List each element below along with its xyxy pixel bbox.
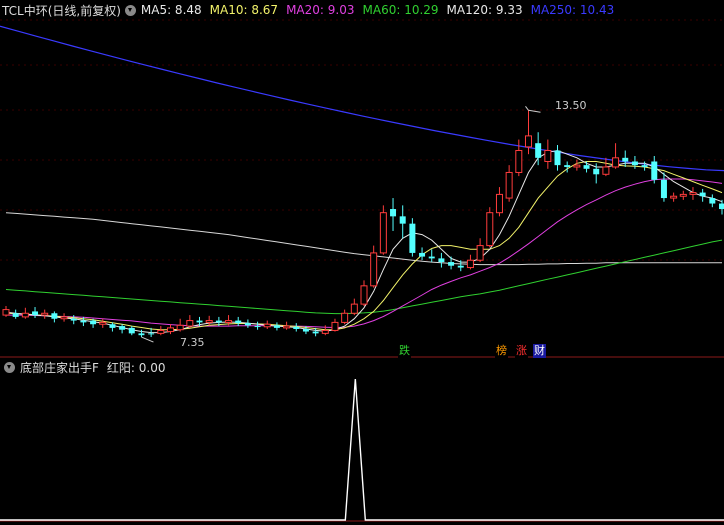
event-badge[interactable]: 榜: [495, 344, 508, 358]
candle-body: [283, 325, 291, 329]
candle-body: [32, 311, 39, 316]
ma120-line: [5, 212, 722, 266]
candle-body: [12, 313, 19, 317]
candle-body: [2, 309, 10, 316]
candle-body: [215, 320, 222, 323]
candle-body: [312, 331, 319, 334]
candle-body: [331, 321, 339, 331]
candle-body: [128, 327, 135, 334]
candle-body: [341, 312, 349, 323]
candle-body: [524, 135, 532, 148]
candle-body: [438, 258, 445, 263]
candle-body: [263, 323, 271, 328]
candle-body: [186, 320, 194, 327]
candle-body: [70, 318, 77, 321]
candle-body: [689, 192, 697, 195]
low-price-label: 7.35: [180, 336, 205, 349]
candle-body: [205, 320, 213, 323]
candle-body: [60, 316, 68, 320]
candle-body: [293, 326, 300, 329]
candle-body: [428, 256, 435, 259]
candle-body: [448, 262, 455, 266]
candle-body: [622, 157, 629, 162]
indicator-spike: [0, 378, 724, 521]
candle-body: [196, 320, 203, 323]
candle-body: [535, 143, 542, 158]
candle-body: [631, 161, 638, 166]
event-badge[interactable]: 跌: [398, 344, 411, 358]
kline-chart[interactable]: [0, 0, 724, 525]
indicator-header: 底部庄家出手F 红阳: 0.00: [0, 358, 165, 376]
candle-body: [119, 326, 126, 330]
candle-body: [486, 212, 494, 247]
candle-body: [554, 150, 561, 166]
candle-body: [602, 166, 610, 175]
candle-body: [399, 216, 406, 224]
candle-body: [515, 150, 523, 173]
candle-body: [157, 329, 165, 334]
candle-body: [505, 171, 513, 199]
candle-body: [651, 161, 658, 180]
candle-body: [225, 320, 233, 323]
candle-body: [51, 313, 58, 319]
candle-body: [273, 325, 280, 328]
candle-body: [109, 324, 116, 328]
candle-body: [21, 312, 29, 318]
candle-body: [41, 312, 49, 316]
event-badge[interactable]: 涨: [515, 344, 528, 358]
dropdown-circle-icon[interactable]: [4, 361, 15, 373]
candle-body: [719, 203, 724, 210]
candle-body: [302, 328, 309, 332]
candle-body: [99, 321, 107, 325]
candle-body: [138, 333, 145, 336]
candle-body: [573, 164, 581, 168]
candle-body: [709, 198, 716, 204]
candle-body: [466, 259, 474, 269]
high-marker: [525, 105, 541, 113]
candle-body: [419, 252, 426, 257]
candle-body: [244, 323, 251, 326]
candle-body: [564, 165, 571, 167]
indicator-title: 底部庄家出手F: [20, 360, 99, 375]
candle-body: [321, 329, 329, 334]
candle-body: [670, 195, 678, 199]
candle-body: [390, 209, 397, 217]
candle-body: [254, 326, 261, 328]
candle-body: [409, 223, 416, 253]
low-marker: [141, 336, 154, 343]
candle-body: [370, 252, 378, 287]
candle-body: [641, 165, 648, 167]
candle-body: [583, 165, 590, 169]
candle-body: [593, 168, 600, 175]
candle-body: [90, 320, 97, 325]
candle-body: [544, 150, 552, 162]
candle-body: [457, 265, 464, 268]
candle-body: [612, 157, 620, 168]
candle-body: [80, 320, 87, 323]
candle-body: [379, 212, 387, 254]
candle-body: [360, 285, 368, 305]
candle-body: [699, 192, 706, 197]
candle-body: [660, 179, 667, 199]
candle-body: [350, 303, 358, 314]
candle-body: [148, 333, 155, 335]
high-price-label: 13.50: [555, 99, 587, 112]
indicator-value: 红阳: 0.00: [106, 360, 166, 375]
candle-body: [679, 193, 687, 197]
candle-body: [176, 324, 184, 331]
candle-body: [476, 245, 484, 261]
event-badge[interactable]: 财: [533, 344, 546, 358]
candle-body: [166, 327, 174, 333]
candle-body: [495, 193, 503, 214]
candle-body: [235, 320, 242, 324]
